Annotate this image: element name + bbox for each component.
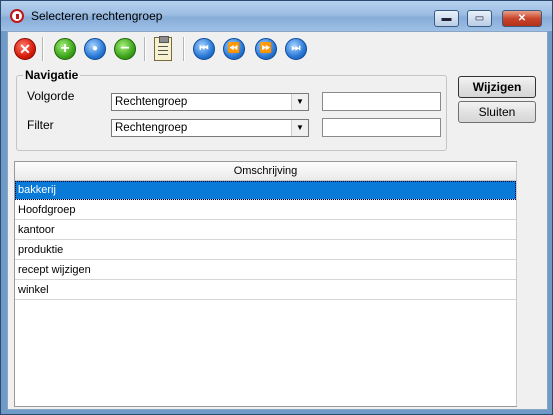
column-header-omschrijving[interactable]: Omschrijving — [15, 162, 516, 181]
toolbar-separator — [144, 37, 146, 61]
table-row[interactable]: kantoor — [15, 221, 516, 240]
first-record-icon[interactable]: ⏮ — [193, 38, 215, 60]
volgorde-value: Rechtengroep — [115, 96, 188, 108]
column-divider — [516, 162, 517, 406]
toolbar: ✕ + ● − ⏮ ⏪ ⏩ ⏭ — [8, 32, 547, 66]
navigatie-group: Navigatie Volgorde Rechtengroep ▼ Filter… — [16, 68, 447, 151]
app-window: Selecteren rechtengroep ▬ ▭ ✕ ✕ + ● − ⏮ … — [0, 0, 553, 415]
delete-icon[interactable]: ✕ — [14, 38, 36, 60]
filter-value: Rechtengroep — [115, 122, 188, 134]
wijzigen-button[interactable]: Wijzigen — [458, 76, 536, 98]
filter-text-field[interactable] — [322, 118, 441, 137]
volgorde-select[interactable]: Rechtengroep ▼ — [111, 93, 309, 111]
add-icon[interactable]: + — [54, 38, 76, 60]
clipboard-icon[interactable] — [154, 36, 172, 61]
dialog-client-area: ✕ + ● − ⏮ ⏪ ⏩ ⏭ Navigatie Volgorde Recht… — [7, 31, 548, 410]
toolbar-separator — [42, 37, 44, 61]
table-row[interactable]: bakkerij — [15, 181, 516, 200]
volgorde-text-field[interactable] — [322, 92, 441, 111]
title-bar[interactable]: Selecteren rechtengroep ▬ ▭ ✕ — [1, 1, 552, 31]
filter-label: Filter — [27, 118, 54, 132]
volgorde-label: Volgorde — [27, 89, 75, 103]
previous-record-icon[interactable]: ⏪ — [223, 38, 245, 60]
filter-select[interactable]: Rechtengroep ▼ — [111, 119, 309, 137]
app-logo-icon — [10, 9, 24, 23]
search-icon[interactable]: ● — [84, 38, 106, 60]
table-row[interactable]: Hoofdgroep — [15, 201, 516, 220]
last-record-icon[interactable]: ⏭ — [285, 38, 307, 60]
window-title: Selecteren rechtengroep — [31, 9, 163, 23]
toolbar-separator — [183, 37, 185, 61]
sluiten-button[interactable]: Sluiten — [458, 101, 536, 123]
table-row[interactable]: winkel — [15, 281, 516, 300]
chevron-down-icon[interactable]: ▼ — [291, 94, 308, 110]
table-row[interactable]: recept wijzigen — [15, 261, 516, 280]
maximize-button[interactable]: ▭ — [467, 10, 492, 27]
navigatie-title: Navigatie — [23, 68, 81, 82]
close-button[interactable]: ✕ — [502, 10, 542, 27]
minimize-button[interactable]: ▬ — [434, 10, 459, 27]
rechtengroep-table: Omschrijving bakkerij Hoofdgroep kantoor… — [14, 161, 517, 407]
chevron-down-icon[interactable]: ▼ — [291, 120, 308, 136]
remove-icon[interactable]: − — [114, 38, 136, 60]
next-record-icon[interactable]: ⏩ — [255, 38, 277, 60]
table-row[interactable]: produktie — [15, 241, 516, 260]
